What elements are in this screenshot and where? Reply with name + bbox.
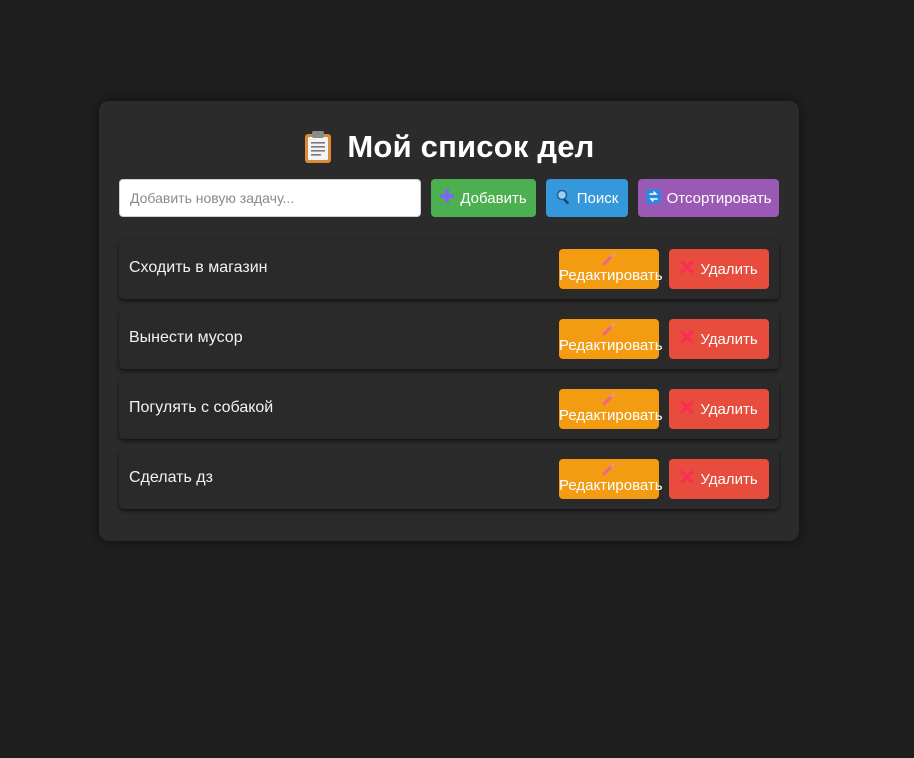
- edit-button-label: Редактировать: [559, 407, 663, 424]
- edit-button[interactable]: Редактировать: [559, 459, 663, 499]
- edit-button-label: Редактировать: [559, 337, 663, 354]
- delete-button-label: Удалить: [700, 470, 758, 488]
- delete-button[interactable]: Удалить: [669, 319, 769, 359]
- new-task-input[interactable]: [119, 179, 421, 217]
- delete-button-label: Удалить: [700, 260, 758, 278]
- task-item: Вынести мусор Редактировать Удалить: [119, 310, 779, 369]
- plus-icon: [440, 189, 455, 207]
- edit-button-label: Редактировать: [559, 267, 663, 284]
- cross-icon: [680, 470, 694, 488]
- add-button[interactable]: Добавить: [431, 179, 536, 217]
- delete-button[interactable]: Удалить: [669, 249, 769, 289]
- task-text: Сделать дз: [129, 469, 213, 486]
- search-button-label: Поиск: [576, 189, 619, 207]
- title-row: Мой список дел: [99, 127, 799, 167]
- search-button[interactable]: Поиск: [546, 179, 628, 217]
- delete-button[interactable]: Удалить: [669, 459, 769, 499]
- add-button-label: Добавить: [460, 189, 527, 207]
- task-text: Вынести мусор: [129, 329, 243, 346]
- pencil-icon: [559, 322, 659, 338]
- cross-icon: [680, 260, 694, 278]
- pencil-icon: [559, 392, 659, 408]
- task-item: Сходить в магазин Редактировать Удалить: [119, 240, 779, 299]
- sort-arrows-icon: [645, 188, 661, 208]
- sort-button-label: Отсортировать: [666, 189, 772, 207]
- pencil-icon: [559, 252, 659, 268]
- delete-button-label: Удалить: [700, 330, 758, 348]
- magnifier-icon: [556, 189, 571, 208]
- task-text: Сходить в магазин: [129, 259, 268, 276]
- delete-button[interactable]: Удалить: [669, 389, 769, 429]
- cross-icon: [680, 400, 694, 418]
- task-item: Погулять с собакой Редактировать Удалить: [119, 380, 779, 439]
- delete-button-label: Удалить: [700, 400, 758, 418]
- edit-button[interactable]: Редактировать: [559, 389, 663, 429]
- cross-icon: [680, 330, 694, 348]
- task-item: Сделать дз Редактировать Удалить: [119, 450, 779, 509]
- page-title: Мой список дел: [347, 129, 595, 164]
- pencil-icon: [559, 462, 659, 478]
- toolbar: Добавить Поиск Отсортировать: [119, 179, 779, 217]
- clipboard-icon: [303, 130, 333, 164]
- edit-button-label: Редактировать: [559, 477, 663, 494]
- task-list: Сходить в магазин Редактировать Удалить: [119, 240, 779, 520]
- sort-button[interactable]: Отсортировать: [638, 179, 779, 217]
- todo-card: Мой список дел Добавить Поиск: [99, 101, 799, 541]
- edit-button[interactable]: Редактировать: [559, 249, 663, 289]
- edit-button[interactable]: Редактировать: [559, 319, 663, 359]
- task-text: Погулять с собакой: [129, 399, 274, 416]
